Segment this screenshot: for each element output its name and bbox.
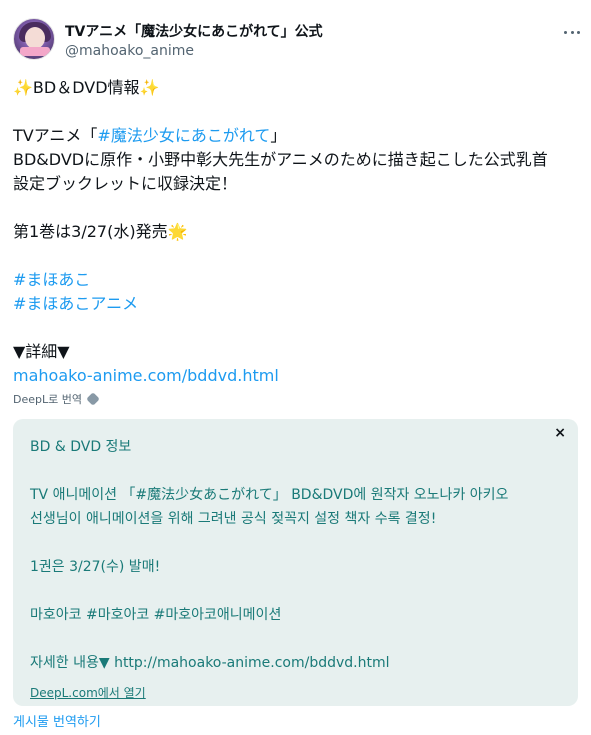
deepl-icon	[86, 392, 100, 406]
post-header-line: ✨BD＆DVD情報✨	[13, 76, 578, 100]
bd-line-1: BD&DVDに原作・小野中彰大先生がアニメのために描き起こした公式乳首	[13, 150, 548, 169]
name-row: TVアニメ「魔法少女にあこがれて」公式	[65, 21, 323, 41]
avatar[interactable]	[13, 18, 55, 60]
release-text: 第1巻は3/27(水)発売	[13, 222, 168, 241]
post-header: TVアニメ「魔法少女にあこがれて」公式 @mahoako_anime	[13, 14, 583, 64]
translation-line-1: BD & DVD 정보	[30, 439, 132, 455]
bd-line-2: 設定ブックレットに収録決定！	[13, 174, 238, 193]
anime-line: TVアニメ「#魔法少女にあこがれて」	[13, 124, 578, 148]
release-line: 第1巻は3/27(水)発売🌟	[13, 220, 578, 244]
details-url-link[interactable]: mahoako-anime.com/bddvd.html	[13, 364, 578, 388]
anime-hashtag-link[interactable]: #魔法少女にあこがれて	[97, 126, 270, 145]
sparkle-icon: ✨	[139, 78, 160, 97]
star-icon: 🌟	[167, 222, 188, 241]
avatar-face	[25, 27, 45, 49]
deepl-translate-link[interactable]: DeepL로 번역	[13, 391, 100, 407]
details-label: ▼詳細▼	[13, 342, 70, 361]
user-handle[interactable]: @mahoako_anime	[65, 43, 194, 59]
translation-line-2: TV 애니메이션 「#魔法少女あこがれて」 BD&DVD에 원작자 오노나카 아…	[30, 487, 509, 503]
avatar-logo	[20, 47, 50, 56]
more-options-icon[interactable]	[561, 23, 583, 41]
hashtag-mahoako[interactable]: #まほあこ	[13, 268, 578, 292]
anime-prefix: TVアニメ「	[13, 126, 98, 145]
deepl-open-link[interactable]: DeepL.com에서 열기	[30, 684, 146, 701]
display-name[interactable]: TVアニメ「魔法少女にあこがれて」公式	[65, 21, 323, 41]
translation-text: BD & DVD 정보 TV 애니메이션 「#魔法少女あこがれて」 BD&DVD…	[30, 435, 550, 675]
translation-line-4: 1권은 3/27(수) 발매!	[30, 559, 161, 575]
hashtag-mahoako-anime[interactable]: #まほあこアニメ	[13, 292, 578, 316]
anime-suffix: 」	[270, 126, 287, 145]
translation-box: × BD & DVD 정보 TV 애니메이션 「#魔法少女あこがれて」 BD&D…	[13, 419, 578, 706]
post-header-text: BD＆DVD情報	[32, 78, 140, 97]
translation-line-6: 자세한 내용▼ http://mahoako-anime.com/bddvd.h…	[30, 655, 390, 671]
post-text: ✨BD＆DVD情報✨ TVアニメ「#魔法少女にあこがれて」 BD&DVDに原作・…	[13, 76, 578, 388]
translate-post-link[interactable]: 게시물 번역하기	[13, 711, 101, 730]
translation-line-5: 마호아코 #마호아코 #마호아코애니메이션	[30, 607, 282, 623]
deepl-label: DeepL로 번역	[13, 393, 82, 406]
translation-line-3: 선생님이 애니메이션을 위해 그려낸 공식 젖꼭지 설정 책자 수록 결정!	[30, 511, 437, 527]
close-icon[interactable]: ×	[554, 425, 566, 441]
sparkle-icon: ✨	[13, 78, 33, 97]
